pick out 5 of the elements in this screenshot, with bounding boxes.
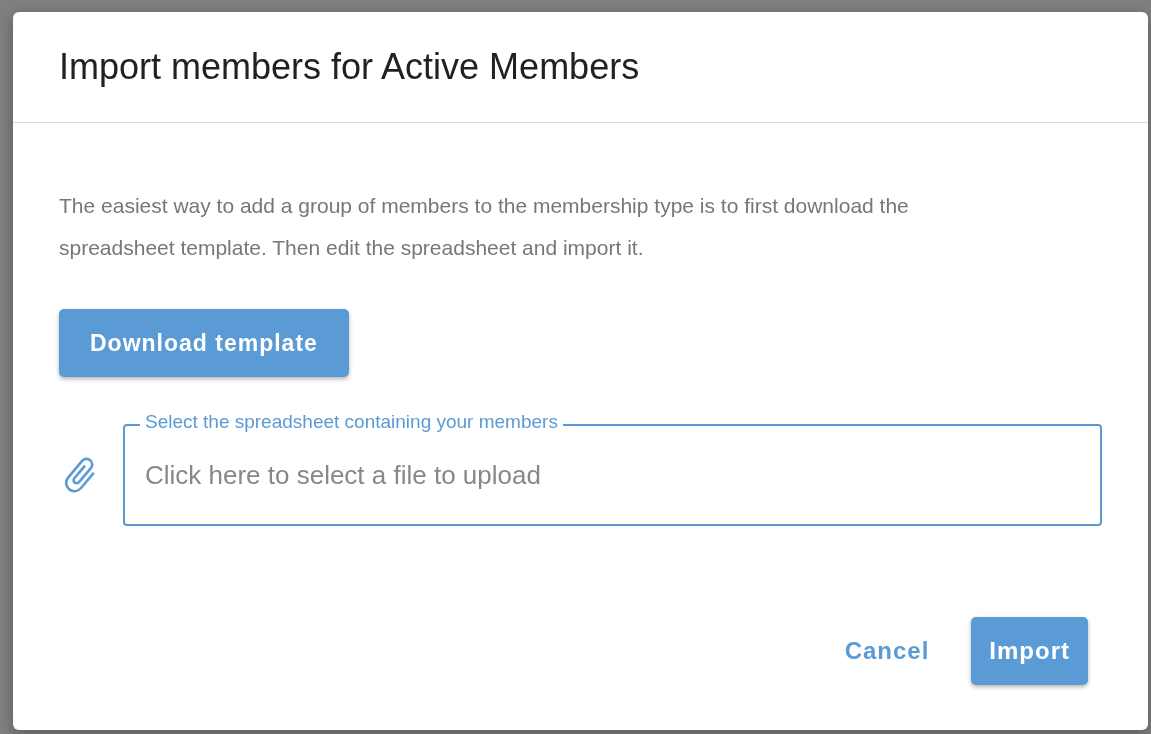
description-text: The easiest way to add a group of members to the membership type is to first download the spreadsheet template. Then edit the spreadsheet and import it. [59,193,910,261]
cancel-button[interactable]: Cancel [826,617,948,685]
download-template-button[interactable]: Download template [59,309,349,377]
import-button[interactable]: Import [971,617,1088,685]
dialog-title: Import members for Active Members [59,45,640,89]
